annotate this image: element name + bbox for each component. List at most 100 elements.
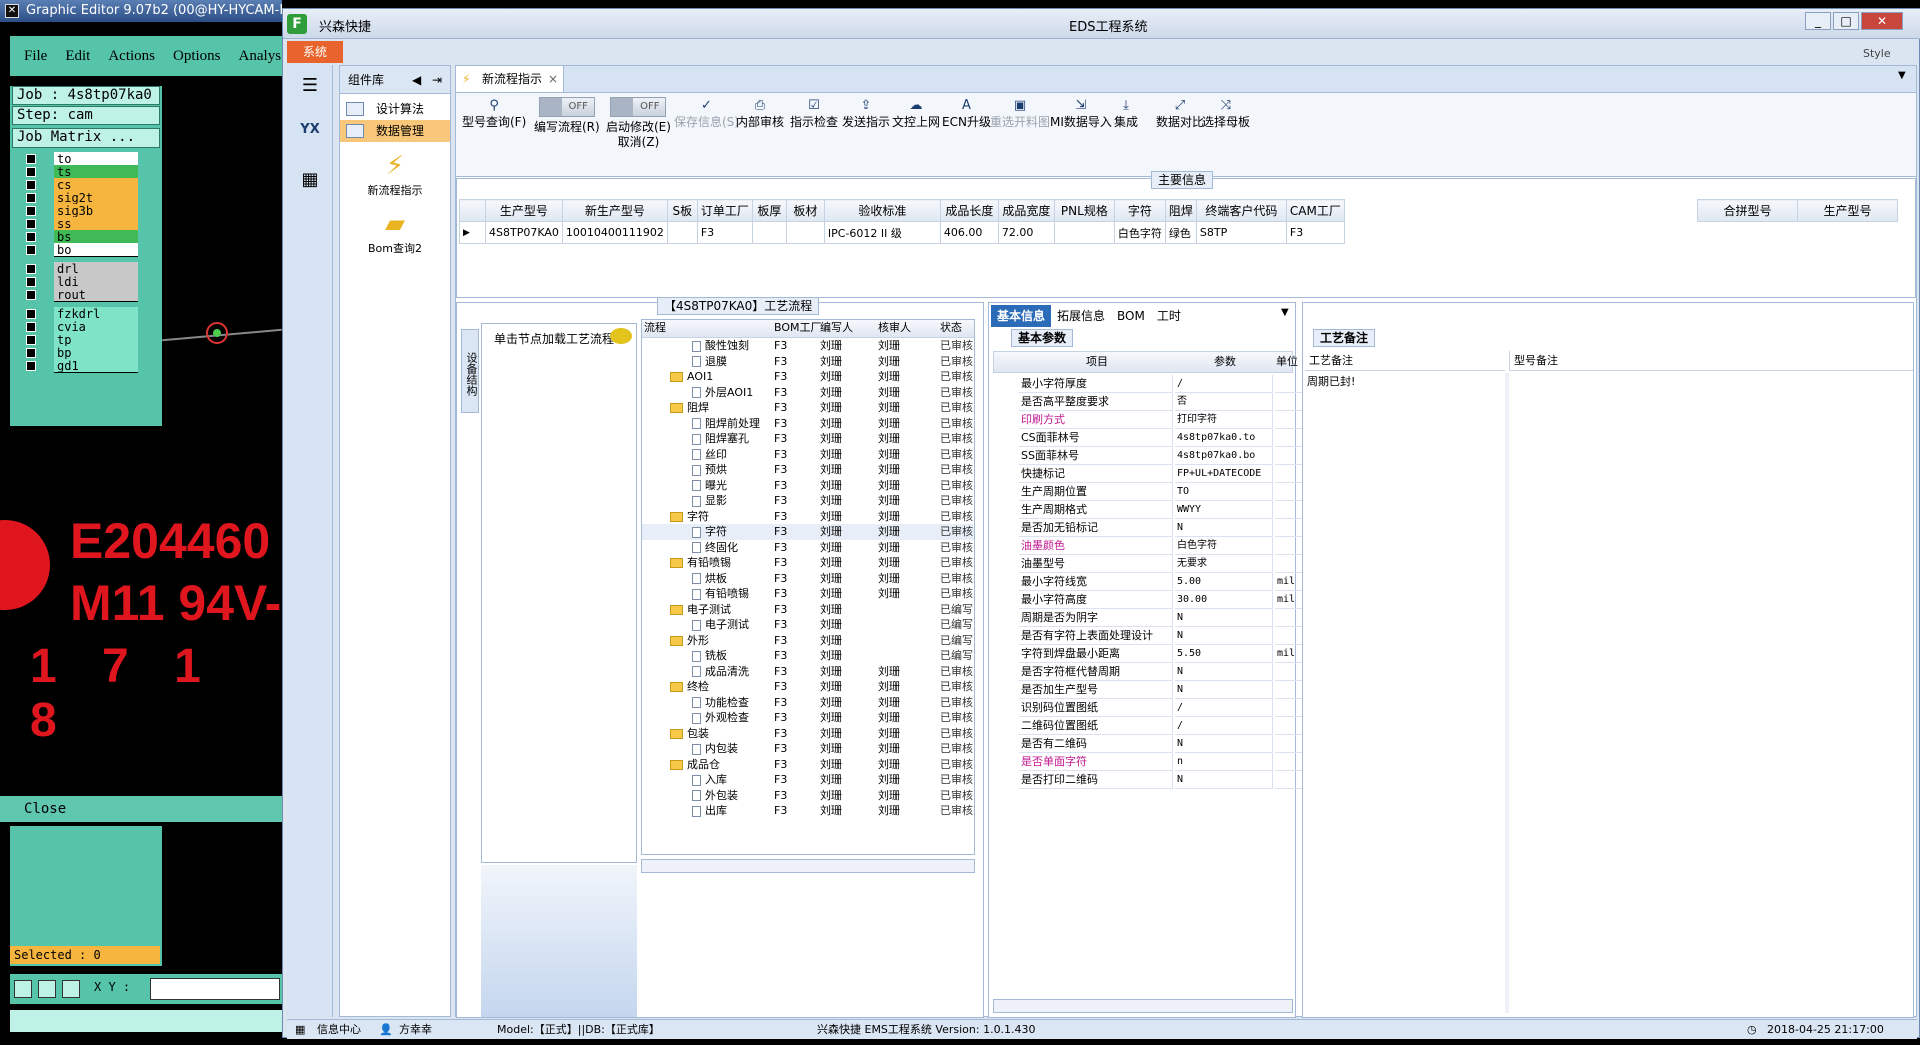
param-value[interactable]: 白色字符	[1175, 537, 1273, 555]
tab-3[interactable]: 工时	[1151, 305, 1187, 327]
param-row[interactable]: CS面菲林号 4s8tp07ka0.to	[993, 429, 1345, 447]
layer-row[interactable]: ss	[20, 217, 140, 231]
comp-item-data-management[interactable]: 数据管理	[340, 120, 450, 142]
toolbar-button-4[interactable]: ⎙ 内部审核	[736, 97, 784, 130]
param-row[interactable]: 识别码位置图纸 /	[993, 699, 1345, 717]
layer-checkbox[interactable]	[26, 219, 36, 229]
cell[interactable]: 4S8TP07KA0	[485, 221, 563, 244]
param-row[interactable]: 生产周期格式 WWYY	[993, 501, 1345, 519]
horizontal-scrollbar[interactable]	[993, 999, 1293, 1013]
layer-row[interactable]: drl	[20, 262, 140, 276]
toggle-switch[interactable]: OFF	[538, 97, 595, 117]
process-row[interactable]: 出库 F3 刘珊 刘珊 已审核	[642, 803, 974, 819]
menu-file[interactable]: File	[24, 48, 47, 64]
layer-row[interactable]: cs	[20, 178, 140, 192]
window-titlebar[interactable]: F 兴森快捷 EDS工程系统 _ □ ✕	[283, 9, 1920, 39]
layer-row[interactable]: bo	[20, 243, 140, 257]
toolbar-button-0[interactable]: ⚲ 型号查询(F)	[462, 97, 526, 130]
process-row[interactable]: 有铅喷锡 F3 刘珊 刘珊 已审核	[642, 586, 974, 602]
layer-row[interactable]: bs	[20, 230, 140, 244]
param-row[interactable]: 最小字符高度 30.00 mil	[993, 591, 1345, 609]
cell[interactable]: 10010400111902	[561, 221, 668, 244]
tab-new-process[interactable]: ⚡ 新流程指示 ×	[456, 66, 564, 92]
layer-row[interactable]: to	[20, 152, 140, 166]
layer-row[interactable]: bp	[20, 346, 140, 360]
app-close-icon[interactable]: ✕	[5, 4, 19, 18]
layer-checkbox[interactable]	[26, 361, 36, 371]
chevron-down-icon[interactable]: ▼	[1281, 307, 1289, 318]
layer-checkbox[interactable]	[26, 154, 36, 164]
layer-row[interactable]: sig3b	[20, 204, 140, 218]
layer-checkbox[interactable]	[26, 335, 36, 345]
grid-icon[interactable]	[62, 980, 80, 998]
col-header[interactable]: 板材	[785, 199, 825, 222]
process-row[interactable]: 退膜 F3 刘珊 刘珊 已审核	[642, 354, 974, 370]
process-row[interactable]: 终检 F3 刘珊 刘珊 已审核	[642, 679, 974, 695]
param-row[interactable]: 二维码位置图纸 /	[993, 717, 1345, 735]
col-header[interactable]: 新生产型号	[561, 199, 668, 222]
param-row[interactable]: 是否字符框代替周期 N	[993, 663, 1345, 681]
layer-checkbox[interactable]	[26, 206, 36, 216]
col-header[interactable]: 成品宽度	[997, 199, 1055, 222]
bom-query-shortcut[interactable]: ▰ Bom查询2	[340, 208, 450, 256]
param-row[interactable]: 生产周期位置 TO	[993, 483, 1345, 501]
param-value[interactable]: /	[1175, 717, 1273, 735]
param-row[interactable]: 是否有字符上表面处理设计 N	[993, 627, 1345, 645]
layer-checkbox[interactable]	[26, 290, 36, 300]
param-value[interactable]: 打印字符	[1175, 411, 1273, 429]
toolbar-button-3[interactable]: ✓ 保存信息(S)	[674, 97, 739, 130]
toolbar-button-10[interactable]: ⇲ MI数据导入	[1050, 97, 1112, 130]
param-value[interactable]: 无要求	[1175, 555, 1273, 573]
process-row[interactable]: 终固化 F3 刘珊 刘珊 已审核	[642, 540, 974, 556]
col-header[interactable]: 字符	[1113, 199, 1166, 222]
col-header[interactable]: 核审人	[878, 320, 911, 336]
process-row[interactable]: 功能检查 F3 刘珊 刘珊 已审核	[642, 695, 974, 711]
xy-input[interactable]	[150, 978, 280, 1000]
tab-1[interactable]: 拓展信息	[1051, 305, 1111, 327]
process-row[interactable]: 烘板 F3 刘珊 刘珊 已审核	[642, 571, 974, 587]
yx-logo-icon[interactable]: YX	[295, 115, 325, 145]
toolbar-button-12[interactable]: ⤢ 数据对比	[1156, 97, 1204, 130]
layer-row[interactable]: ts	[20, 165, 140, 179]
process-row[interactable]: 阻焊塞孔 F3 刘珊 刘珊 已审核	[642, 431, 974, 447]
toolbar-button-1[interactable]: OFF 编写流程(R)	[534, 97, 600, 135]
cell[interactable]: F3	[696, 221, 753, 244]
process-row[interactable]: 电子测试 F3 刘珊 已编写	[642, 617, 974, 633]
cell[interactable]	[751, 221, 787, 244]
cell[interactable]: F3	[1285, 221, 1345, 244]
system-menu-tab[interactable]: 系统	[287, 41, 343, 63]
process-row[interactable]: 预烘 F3 刘珊 刘珊 已审核	[642, 462, 974, 478]
cell[interactable]	[666, 221, 698, 244]
process-row[interactable]: 阻焊 F3 刘珊 刘珊 已审核	[642, 400, 974, 416]
menu-icon[interactable]: ☰	[295, 71, 325, 101]
param-value[interactable]: n	[1175, 753, 1273, 771]
tab-2[interactable]: BOM	[1111, 305, 1151, 327]
horizontal-scrollbar[interactable]	[641, 859, 975, 873]
process-row[interactable]: 有铅喷锡 F3 刘珊 刘珊 已审核	[642, 555, 974, 571]
calculator-icon[interactable]: ▦	[295, 165, 325, 195]
process-row[interactable]: 外层AOI1 F3 刘珊 刘珊 已审核	[642, 385, 974, 401]
process-row[interactable]: 成品仓 F3 刘珊 刘珊 已审核	[642, 757, 974, 773]
layer-row[interactable]: fzkdrl	[20, 307, 140, 321]
process-row[interactable]: 包装 F3 刘珊 刘珊 已审核	[642, 726, 974, 742]
layer-checkbox[interactable]	[26, 309, 36, 319]
process-row[interactable]: 显影 F3 刘珊 刘珊 已审核	[642, 493, 974, 509]
side-tab[interactable]: 设备结构	[461, 329, 479, 413]
process-row[interactable]: 外形 F3 刘珊 已编写	[642, 633, 974, 649]
toolbar-button-9[interactable]: ▣ 重选开料图	[990, 97, 1050, 130]
new-process-shortcut[interactable]: ⚡ 新流程指示	[340, 150, 450, 198]
pin-icon[interactable]: ⇥	[432, 66, 442, 94]
cell[interactable]	[1053, 221, 1115, 244]
cell[interactable]: 绿色	[1164, 221, 1197, 244]
layer-row[interactable]: sig2t	[20, 191, 140, 205]
param-value[interactable]: 5.50	[1175, 645, 1273, 663]
param-row[interactable]: 是否打印二维码 N	[993, 771, 1345, 789]
layer-checkbox[interactable]	[26, 264, 36, 274]
param-value[interactable]: N	[1175, 627, 1273, 645]
layer-row[interactable]: rout	[20, 288, 140, 302]
cell[interactable]: 72.00	[997, 221, 1055, 244]
col-header[interactable]: 验收标准	[823, 199, 941, 222]
param-value[interactable]: 否	[1175, 393, 1273, 411]
style-menu[interactable]: Style	[1863, 47, 1891, 60]
tab-0[interactable]: 基本信息	[991, 305, 1052, 327]
